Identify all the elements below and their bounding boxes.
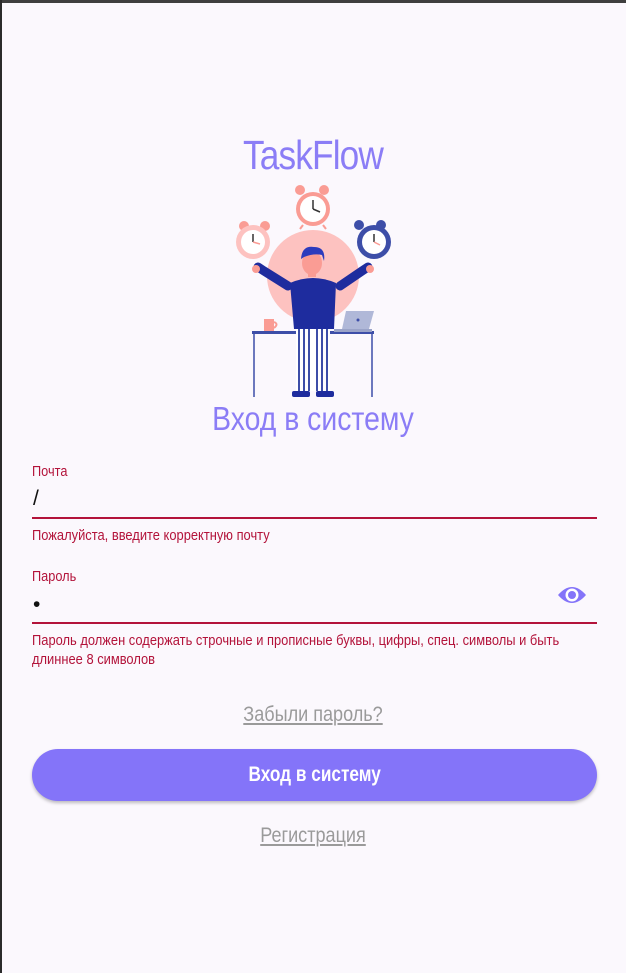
register-link[interactable]: Регистрация: [44, 824, 582, 848]
password-error: Пароль должен содержать строчные и пропи…: [32, 631, 591, 669]
email-error: Пожалуйста, введите корректную почту: [32, 527, 270, 544]
password-input[interactable]: •: [33, 593, 40, 617]
email-input[interactable]: /: [33, 487, 39, 511]
forgot-password-link[interactable]: Забыли пароль?: [44, 703, 582, 727]
password-error-line-1: Пароль должен содержать строчные и пропи…: [32, 632, 560, 649]
juggling-clocks-illustration: [228, 183, 398, 399]
login-screen-title: Вход в систему: [212, 400, 414, 437]
password-error-line-2: длиннее 8 символов: [32, 651, 156, 668]
eye-icon[interactable]: [556, 583, 588, 607]
password-underline: [32, 622, 597, 624]
email-underline: [32, 517, 597, 519]
password-label: Пароль: [32, 568, 77, 585]
login-button[interactable]: Вход в систему: [32, 749, 597, 801]
window-left-border: [0, 0, 2, 973]
app-title: TaskFlow: [242, 132, 384, 178]
email-label: Почта: [32, 463, 68, 480]
window-top-border: [0, 0, 626, 3]
login-button-label: Вход в систему: [248, 763, 381, 786]
